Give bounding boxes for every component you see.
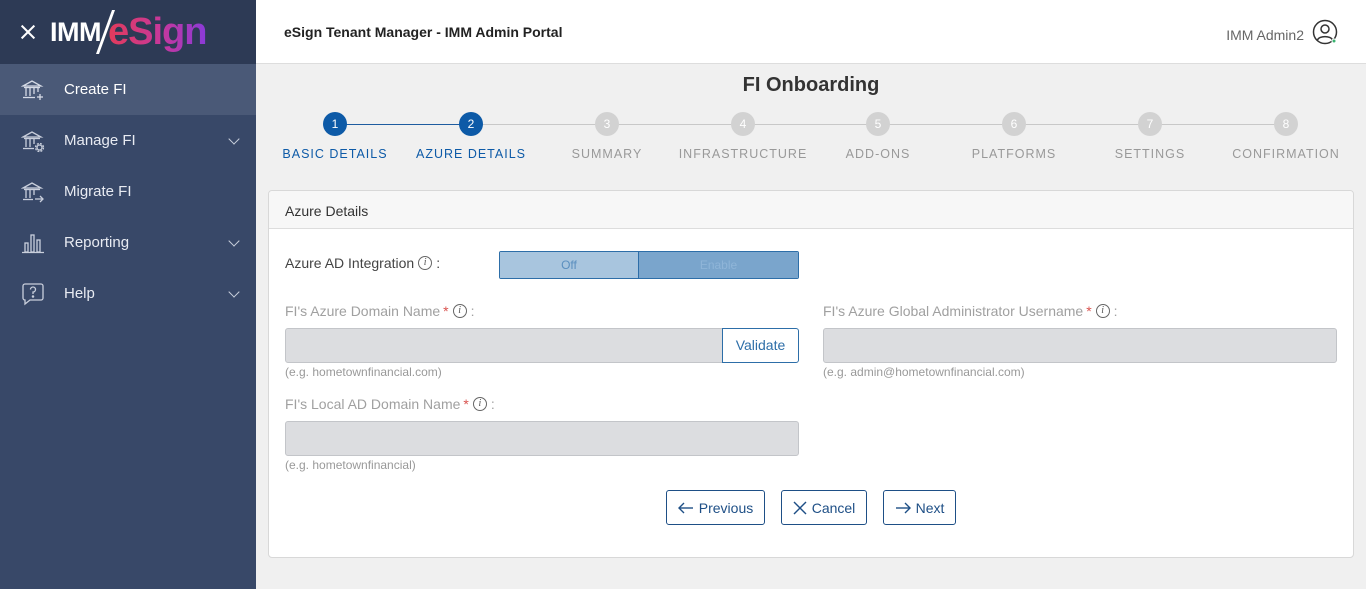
step-label: BASIC DETAILS [282, 147, 388, 161]
app-logo: IMM eSign [50, 7, 207, 57]
label-text: Azure AD Integration [285, 255, 415, 271]
step-label: SETTINGS [1114, 147, 1186, 161]
sidebar-item-label: Manage FI [64, 132, 136, 149]
sidebar-item-help[interactable]: Help [0, 268, 256, 319]
step-number: 6 [1002, 112, 1026, 136]
top-header: eSign Tenant Manager - IMM Admin Portal … [256, 0, 1366, 64]
bank-add-icon [20, 77, 46, 103]
bar-chart-icon [20, 230, 46, 256]
toggle-off-option[interactable]: Off [500, 252, 639, 278]
sidebar-item-reporting[interactable]: Reporting [0, 217, 256, 268]
step-confirmation[interactable]: 8 CONFIRMATION [1216, 112, 1356, 161]
sidebar: IMM eSign Create FI Manage FI Migrate FI… [0, 0, 256, 589]
button-label: Cancel [811, 499, 856, 516]
step-number: 7 [1138, 112, 1162, 136]
sidebar-header: IMM eSign [0, 0, 256, 64]
info-icon[interactable]: i [452, 304, 467, 318]
step-label: AZURE DETAILS [415, 147, 526, 161]
label-colon: : [436, 255, 441, 271]
local-domain-hint: (e.g. hometownfinancial) [285, 458, 416, 472]
admin-username-label: FI's Azure Global Administrator Username… [823, 303, 1118, 319]
previous-button[interactable]: Previous [666, 490, 765, 525]
info-icon[interactable]: i [418, 256, 433, 270]
sidebar-item-migrate-fi[interactable]: Migrate FI [0, 166, 256, 217]
required-marker: * [1086, 303, 1092, 319]
label-text: FI's Local AD Domain Name [285, 396, 461, 412]
azure-details-card: Azure Details Azure AD Integration i : O… [268, 190, 1354, 558]
step-basic-details[interactable]: 1 BASIC DETAILS [265, 112, 405, 161]
card-title: Azure Details [269, 191, 1353, 229]
sidebar-item-create-fi[interactable]: Create FI [0, 64, 256, 115]
arrow-left-icon [677, 502, 693, 513]
azure-domain-label: FI's Azure Domain Name * i : [285, 303, 475, 319]
step-number: 2 [459, 112, 483, 136]
close-icon[interactable] [18, 22, 38, 42]
step-settings[interactable]: 7 SETTINGS [1080, 112, 1220, 161]
chevron-down-icon [228, 235, 240, 247]
cancel-button[interactable]: Cancel [781, 490, 867, 525]
step-number: 1 [323, 112, 347, 136]
chevron-down-icon [228, 133, 240, 145]
step-label: PLATFORMS [971, 147, 1057, 161]
sidebar-item-manage-fi[interactable]: Manage FI [0, 115, 256, 166]
step-azure-details[interactable]: 2 AZURE DETAILS [401, 112, 541, 161]
required-marker: * [463, 396, 469, 412]
required-marker: * [443, 303, 449, 319]
sidebar-item-label: Help [64, 285, 95, 302]
validate-button[interactable]: Validate [722, 328, 799, 363]
next-button[interactable]: Next [883, 490, 956, 525]
chevron-down-icon [228, 286, 240, 298]
onboarding-stepper: 1 BASIC DETAILS 2 AZURE DETAILS 3 SUMMAR… [268, 112, 1354, 172]
button-label: Next [915, 499, 945, 516]
sidebar-item-label: Create FI [64, 81, 127, 98]
user-avatar-icon[interactable] [1312, 19, 1338, 50]
admin-username-input[interactable] [823, 328, 1337, 363]
info-icon[interactable]: i [1095, 304, 1110, 318]
arrow-right-icon [895, 502, 911, 513]
step-add-ons[interactable]: 5 ADD-ONS [808, 112, 948, 161]
azure-domain-hint: (e.g. hometownfinancial.com) [285, 365, 442, 379]
step-platforms[interactable]: 6 PLATFORMS [944, 112, 1084, 161]
local-domain-input[interactable] [285, 421, 799, 456]
azure-domain-input[interactable] [285, 328, 723, 363]
label-colon: : [1113, 303, 1118, 319]
bank-arrow-icon [20, 179, 46, 205]
app-title: eSign Tenant Manager - IMM Admin Portal [284, 24, 563, 40]
logo-imm-text: IMM [50, 16, 101, 47]
label-colon: : [490, 396, 495, 412]
step-number: 8 [1274, 112, 1298, 136]
step-label: CONFIRMATION [1232, 147, 1340, 161]
sidebar-item-label: Migrate FI [64, 183, 132, 200]
help-chat-icon [20, 281, 46, 307]
page-title: FI Onboarding [742, 74, 880, 96]
step-label: ADD-ONS [845, 147, 911, 161]
button-label: Previous [698, 499, 754, 516]
bank-gear-icon [20, 128, 46, 154]
label-colon: : [470, 303, 475, 319]
step-number: 4 [731, 112, 755, 136]
step-summary[interactable]: 3 SUMMARY [537, 112, 677, 161]
toggle-enable-option[interactable]: Enable [639, 252, 798, 278]
label-text: FI's Azure Global Administrator Username [823, 303, 1084, 319]
info-icon[interactable]: i [472, 397, 487, 411]
user-menu[interactable]: IMM Admin2 [1226, 19, 1338, 50]
local-domain-label: FI's Local AD Domain Name * i : [285, 396, 495, 412]
step-label: SUMMARY [571, 147, 643, 161]
step-label: INFRASTRUCTURE [678, 147, 808, 161]
step-infrastructure[interactable]: 4 INFRASTRUCTURE [673, 112, 813, 161]
logo-esign-text: eSign [107, 10, 207, 53]
step-number: 5 [866, 112, 890, 136]
close-icon [793, 501, 807, 514]
user-name: IMM Admin2 [1226, 26, 1304, 43]
azure-ad-toggle[interactable]: Off Enable [499, 251, 799, 279]
azure-ad-integration-label: Azure AD Integration i : [285, 255, 440, 271]
label-text: FI's Azure Domain Name [285, 303, 441, 319]
sidebar-item-label: Reporting [64, 234, 130, 251]
step-number: 3 [595, 112, 619, 136]
admin-username-hint: (e.g. admin@hometownfinancial.com) [823, 365, 1025, 379]
